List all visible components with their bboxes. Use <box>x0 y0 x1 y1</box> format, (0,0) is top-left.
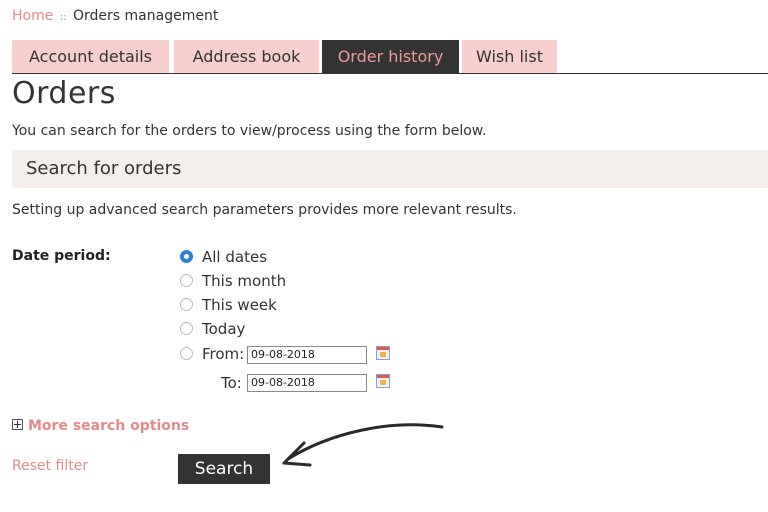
to-date-input[interactable] <box>247 374 367 392</box>
date-period-label: Date period: <box>12 248 111 264</box>
radio-icon[interactable] <box>180 347 193 360</box>
radio-icon[interactable] <box>180 322 193 335</box>
radio-this-month[interactable]: This month <box>180 272 286 292</box>
radio-today[interactable]: Today <box>180 320 245 340</box>
radio-icon[interactable] <box>180 298 193 311</box>
tab-address-book[interactable]: Address book <box>174 40 319 74</box>
tab-account-details[interactable]: Account details <box>12 40 169 74</box>
calendar-icon[interactable] <box>376 374 390 388</box>
more-search-options-link[interactable]: More search options <box>12 418 189 434</box>
breadcrumb-current: Orders management <box>73 8 219 24</box>
more-search-options-label: More search options <box>28 418 190 434</box>
radio-label: Today <box>202 320 246 338</box>
radio-label: All dates <box>202 248 268 266</box>
radio-all-dates[interactable]: All dates <box>180 248 267 268</box>
radio-from[interactable]: From: <box>180 345 244 365</box>
radio-label: This month <box>202 272 287 290</box>
tab-divider <box>12 73 768 74</box>
search-button[interactable]: Search <box>178 454 270 484</box>
breadcrumb: Home :: Orders management <box>12 8 218 24</box>
radio-checked-icon[interactable] <box>180 250 193 263</box>
search-hint: Setting up advanced search parameters pr… <box>12 202 517 218</box>
search-section-title: Search for orders <box>26 158 182 179</box>
page-intro: You can search for the orders to view/pr… <box>12 123 487 139</box>
tab-wish-list[interactable]: Wish list <box>462 40 557 74</box>
radio-label: This week <box>202 296 277 314</box>
radio-this-week[interactable]: This week <box>180 296 277 316</box>
pointing-arrow-icon <box>282 423 444 467</box>
tab-order-history[interactable]: Order history <box>322 40 459 74</box>
from-date-input[interactable] <box>247 346 367 364</box>
to-label: To: <box>221 374 242 392</box>
page-title: Orders <box>12 76 116 111</box>
expand-plus-icon[interactable] <box>12 419 23 430</box>
search-section-header: Search for orders <box>12 150 768 188</box>
radio-icon[interactable] <box>180 274 193 287</box>
calendar-icon[interactable] <box>376 346 390 360</box>
breadcrumb-separator: :: <box>59 12 67 23</box>
breadcrumb-home-link[interactable]: Home <box>12 8 53 24</box>
reset-filter-link[interactable]: Reset filter <box>12 458 88 474</box>
from-label: From: <box>202 345 245 363</box>
